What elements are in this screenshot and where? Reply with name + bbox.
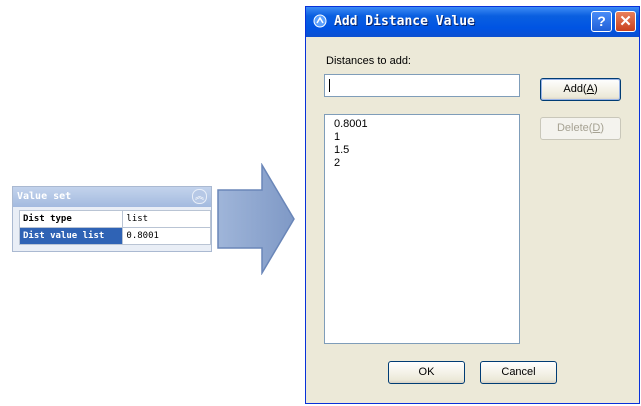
list-item[interactable]: 0.8001: [334, 118, 519, 131]
property-key: Dist type: [18, 210, 124, 228]
panel-header: Value set ︽: [13, 187, 211, 207]
property-row[interactable]: Dist type list: [18, 210, 211, 228]
help-button[interactable]: ?: [591, 11, 612, 32]
list-item[interactable]: 1: [334, 131, 519, 144]
distances-label: Distances to add:: [326, 55, 411, 67]
list-item[interactable]: 2: [334, 157, 519, 170]
collapse-icon[interactable]: ︽: [192, 189, 207, 204]
distance-input[interactable]: [324, 74, 520, 97]
property-value[interactable]: 0.8001: [122, 227, 211, 245]
delete-button-suffix: ): [600, 122, 605, 134]
panel-title: Value set: [17, 191, 72, 202]
delete-button[interactable]: Delete(D): [540, 117, 621, 140]
property-key: Dist value list: [18, 227, 124, 245]
text-caret: [329, 79, 330, 92]
list-item[interactable]: 1.5: [334, 144, 519, 157]
ok-button[interactable]: OK: [388, 361, 465, 384]
add-button-label: Add(: [563, 83, 587, 95]
delete-button-label: Delete(: [556, 122, 593, 134]
property-value[interactable]: list: [122, 210, 211, 228]
property-row-selected[interactable]: Dist value list 0.8001: [18, 227, 211, 245]
right-arrow-icon: [217, 163, 295, 275]
distance-list[interactable]: 0.8001 1 1.5 2: [324, 114, 520, 344]
add-button[interactable]: Add(A): [540, 78, 621, 101]
value-set-panel: Value set ︽ Dist type list Dist value li…: [12, 186, 212, 252]
app-icon: [313, 14, 327, 28]
dialog-title: Add Distance Value: [334, 14, 475, 29]
add-distance-dialog: Add Distance Value ? ✕ Distances to add:…: [305, 6, 640, 404]
close-button[interactable]: ✕: [615, 11, 636, 32]
add-button-mnemonic: A: [586, 83, 594, 95]
property-table: Dist type list Dist value list 0.8001: [18, 210, 211, 245]
dialog-titlebar[interactable]: Add Distance Value ? ✕: [306, 7, 639, 37]
cancel-button[interactable]: Cancel: [480, 361, 557, 384]
add-button-suffix: ): [593, 83, 598, 95]
